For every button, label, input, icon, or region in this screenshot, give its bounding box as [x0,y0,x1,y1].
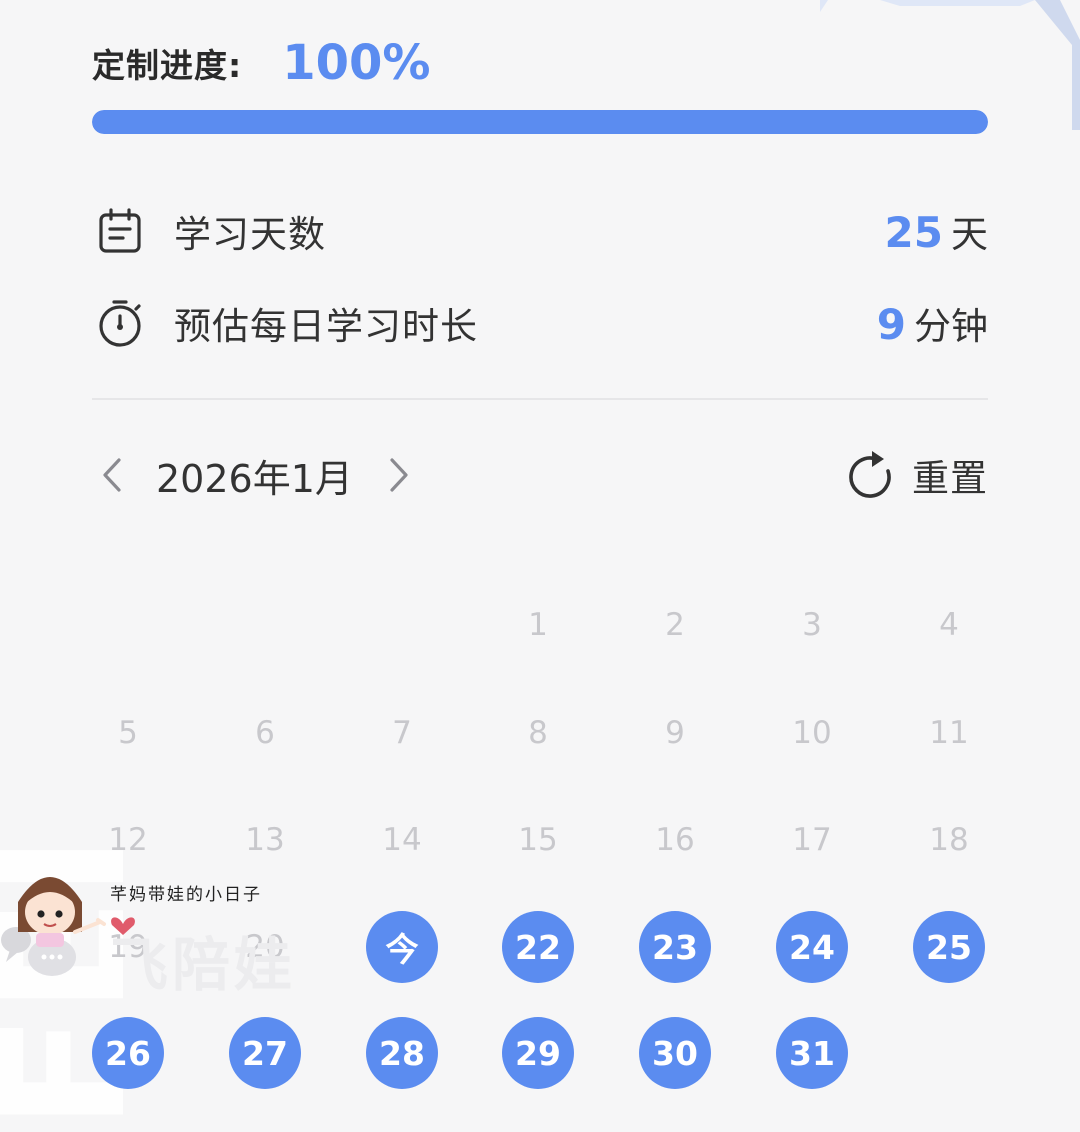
calendar-icon [92,203,148,259]
study-days-value: 25 天 [885,204,988,258]
calendar-day-8[interactable]: 8 [502,697,574,769]
progress-value: 100% [282,35,431,91]
calendar-day-14[interactable]: 14 [366,804,438,876]
daily-duration-number: 9 [876,300,906,349]
stopwatch-icon [92,295,148,351]
calendar-day-3[interactable]: 3 [776,589,848,661]
calendar-day-26[interactable]: 26 [92,1017,164,1089]
reset-button[interactable]: 重置 [846,448,988,502]
progress-bar [92,110,988,134]
calendar-day-6[interactable]: 6 [229,697,301,769]
calendar-day-30[interactable]: 30 [639,1017,711,1089]
daily-duration-row: 预估每日学习时长 9 分钟 [92,288,988,358]
calendar-day-15[interactable]: 15 [502,804,574,876]
calendar-day-22[interactable]: 22 [502,911,574,983]
calendar-day-28[interactable]: 28 [366,1017,438,1089]
calendar-day-1[interactable]: 1 [502,589,574,661]
progress-label: 定制进度: [92,46,243,85]
study-days-unit: 天 [951,213,988,256]
calendar-day-23[interactable]: 23 [639,911,711,983]
progress-header: 定制进度: 100% [92,28,431,98]
calendar-day-24[interactable]: 24 [776,911,848,983]
calendar-day-5[interactable]: 5 [92,697,164,769]
calendar-day-2[interactable]: 2 [639,589,711,661]
calendar-day-27[interactable]: 27 [229,1017,301,1089]
divider [92,398,988,400]
study-days-row: 学习天数 25 天 [92,196,988,266]
calendar-day-4[interactable]: 4 [913,589,985,661]
overlay-brand: 飞陪娃 [110,931,297,999]
calendar-day-29[interactable]: 29 [502,1017,574,1089]
overlay-caption: 芊妈带娃的小日子 [110,885,262,905]
calendar-day-18[interactable]: 18 [913,804,985,876]
refresh-icon [849,451,891,498]
calendar-day-11[interactable]: 11 [913,697,985,769]
study-days-number: 25 [884,208,943,257]
chevron-right-icon[interactable] [379,450,419,500]
month-navigation: 2026年1月 重置 [92,440,988,510]
calendar-day-17[interactable]: 17 [776,804,848,876]
calendar-day-today[interactable]: 今 [366,911,438,983]
daily-duration-label: 预估每日学习时长 [174,305,478,348]
calendar-day-10[interactable]: 10 [776,697,848,769]
study-days-label: 学习天数 [174,213,326,256]
reset-label: 重置 [912,457,988,500]
calendar-day-9[interactable]: 9 [639,697,711,769]
daily-duration-value: 9 分钟 [877,296,988,350]
month-label: 2026年1月 [156,456,353,501]
calendar-day-31[interactable]: 31 [776,1017,848,1089]
calendar-day-16[interactable]: 16 [639,804,711,876]
calendar-day-25[interactable]: 25 [913,911,985,983]
chevron-left-icon[interactable] [92,450,132,500]
calendar-day-7[interactable]: 7 [366,697,438,769]
daily-duration-unit: 分钟 [914,305,988,348]
progress-bar-fill [92,110,988,134]
